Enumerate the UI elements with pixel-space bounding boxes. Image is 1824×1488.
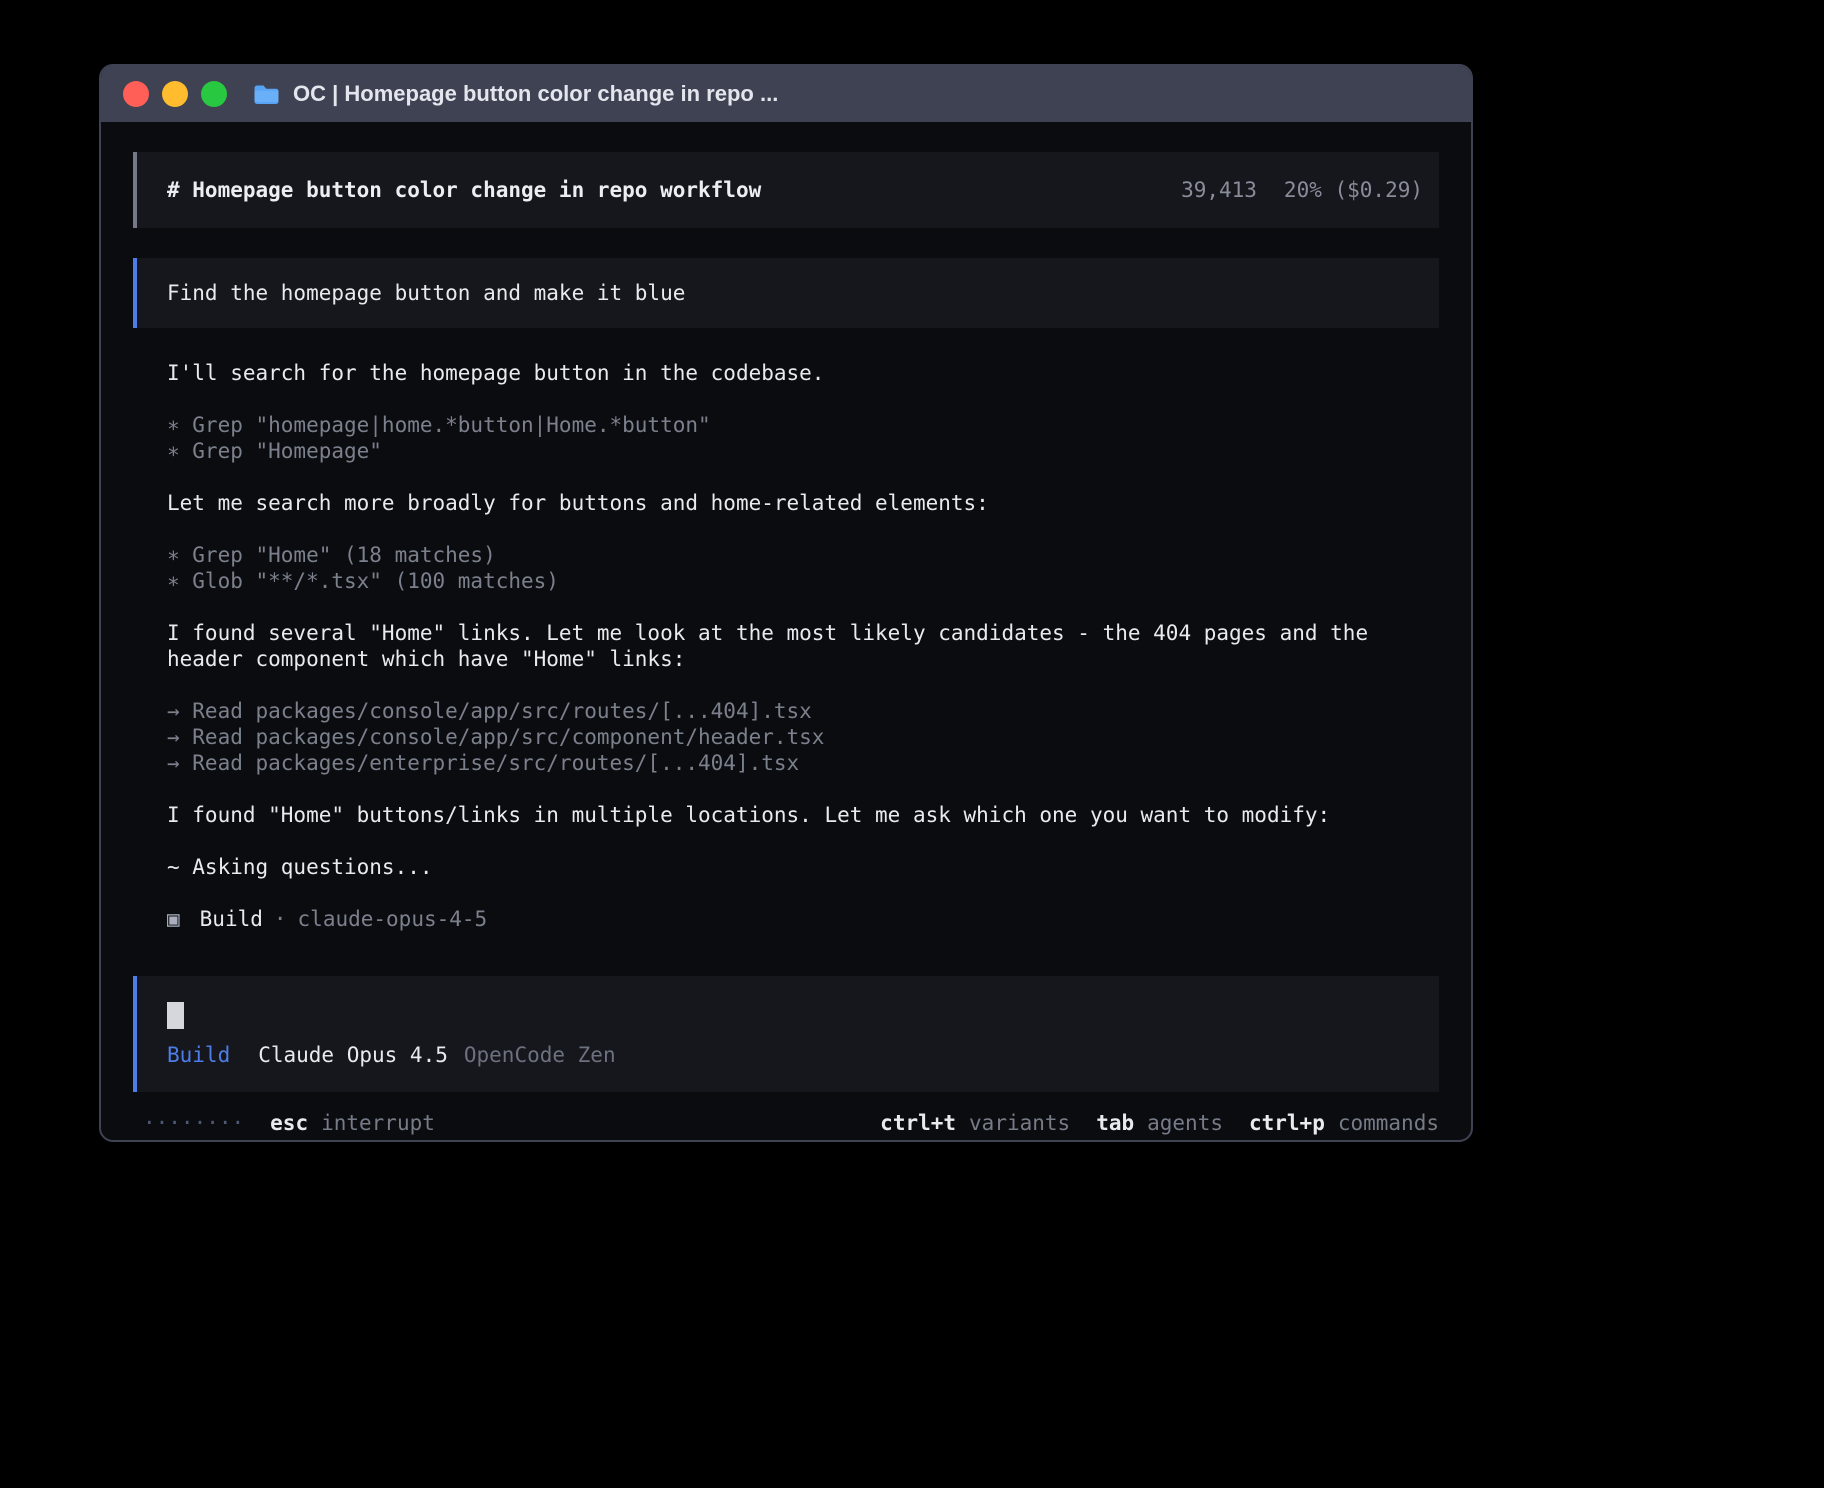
- tool-call-read: → Read packages/console/app/src/routes/[…: [167, 698, 1439, 724]
- shortcut-key: tab: [1096, 1110, 1134, 1136]
- agent-icon: ▣: [167, 906, 180, 932]
- user-message-text: Find the homepage button and make it blu…: [167, 280, 685, 306]
- shortcut-agents: tab agents: [1096, 1110, 1223, 1136]
- assistant-message: Let me search more broadly for buttons a…: [167, 490, 1439, 516]
- shortcut-label: agents: [1147, 1110, 1223, 1136]
- status-bar-left: ········ esc interrupt: [143, 1110, 435, 1136]
- window-title: OC | Homepage button color change in rep…: [293, 81, 778, 107]
- tool-call-group: ∗ Grep "homepage|home.*button|Home.*butt…: [167, 412, 1439, 464]
- session-header: # Homepage button color change in repo w…: [133, 152, 1439, 228]
- session-title: # Homepage button color change in repo w…: [167, 177, 761, 203]
- spinner-dots: ········: [143, 1110, 244, 1136]
- terminal-content: # Homepage button color change in repo w…: [101, 122, 1471, 1140]
- assistant-message: I found several "Home" links. Let me loo…: [167, 620, 1439, 672]
- text-cursor: [167, 1002, 184, 1029]
- conversation: I'll search for the homepage button in t…: [133, 360, 1439, 958]
- session-stats: 39,413 20% ($0.29): [1181, 177, 1423, 203]
- agent-status-line: ▣ Build · claude-opus-4-5: [167, 906, 1439, 932]
- close-button[interactable]: [123, 81, 149, 107]
- terminal-window: OC | Homepage button color change in rep…: [99, 64, 1473, 1142]
- assistant-message: I'll search for the homepage button in t…: [167, 360, 1439, 386]
- shortcut-interrupt: esc interrupt: [270, 1110, 435, 1136]
- shortcut-label: commands: [1338, 1110, 1439, 1136]
- zoom-button[interactable]: [201, 81, 227, 107]
- working-status: ~ Asking questions...: [167, 854, 1439, 880]
- status-bar-right: ctrl+t variants tab agents ctrl+p comman…: [880, 1110, 1439, 1136]
- minimize-button[interactable]: [162, 81, 188, 107]
- token-count: 39,413: [1181, 177, 1257, 203]
- tool-call-group: ∗ Grep "Home" (18 matches) ∗ Glob "**/*.…: [167, 542, 1439, 594]
- shortcut-key: ctrl+p: [1249, 1110, 1325, 1136]
- model-name: Claude Opus 4.5: [258, 1042, 448, 1068]
- shortcut-variants: ctrl+t variants: [880, 1110, 1070, 1136]
- traffic-lights: [123, 81, 227, 107]
- shortcut-key: esc: [270, 1110, 308, 1136]
- prompt-input[interactable]: Build Claude Opus 4.5 OpenCode Zen: [133, 976, 1439, 1092]
- shortcut-commands: ctrl+p commands: [1249, 1110, 1439, 1136]
- user-message: Find the homepage button and make it blu…: [133, 258, 1439, 328]
- agent-model: claude-opus-4-5: [298, 906, 488, 932]
- shortcut-label: interrupt: [321, 1110, 435, 1136]
- shortcut-key: ctrl+t: [880, 1110, 956, 1136]
- tool-call-grep: ∗ Grep "homepage|home.*button|Home.*butt…: [167, 412, 1439, 438]
- status-bar: ········ esc interrupt ctrl+t variants t…: [133, 1106, 1439, 1140]
- model-status-line: Build Claude Opus 4.5 OpenCode Zen: [167, 1042, 1409, 1068]
- agent-name: Build: [200, 906, 263, 932]
- assistant-message: I found "Home" buttons/links in multiple…: [167, 802, 1439, 828]
- titlebar: OC | Homepage button color change in rep…: [101, 66, 1471, 122]
- tool-call-grep: ∗ Grep "Homepage": [167, 438, 1439, 464]
- context-cost: 20% ($0.29): [1284, 177, 1423, 203]
- tool-call-grep: ∗ Grep "Home" (18 matches): [167, 542, 1439, 568]
- folder-icon: [253, 84, 280, 105]
- shortcut-label: variants: [969, 1110, 1070, 1136]
- agent-mode: Build: [167, 1042, 230, 1068]
- tool-call-read: → Read packages/console/app/src/componen…: [167, 724, 1439, 750]
- tool-call-read: → Read packages/enterprise/src/routes/[.…: [167, 750, 1439, 776]
- model-provider: OpenCode Zen: [464, 1042, 616, 1068]
- tool-call-group: → Read packages/console/app/src/routes/[…: [167, 698, 1439, 776]
- separator-dot: ·: [274, 906, 287, 932]
- tool-call-glob: ∗ Glob "**/*.tsx" (100 matches): [167, 568, 1439, 594]
